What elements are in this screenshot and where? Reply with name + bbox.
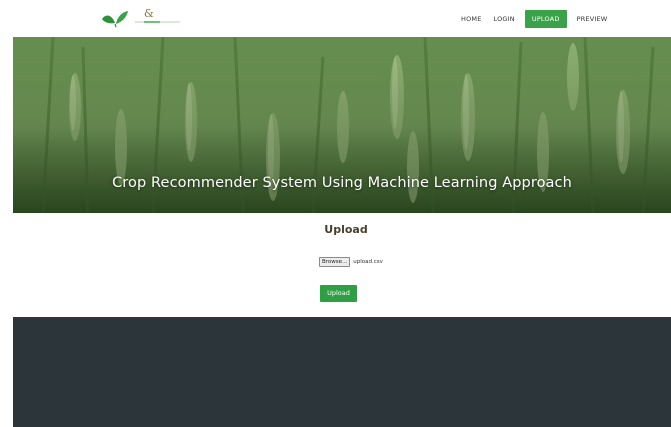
footer: [13, 317, 671, 427]
site-logo[interactable]: &: [100, 5, 185, 31]
navbar: & HOME LOGIN UPLOAD PREVIEW: [0, 0, 671, 37]
browse-button[interactable]: Browse...: [319, 257, 351, 267]
svg-text:&: &: [144, 7, 154, 20]
nav-login-link[interactable]: LOGIN: [488, 10, 521, 28]
nav-home-link[interactable]: HOME: [455, 10, 488, 28]
upload-button[interactable]: Upload: [320, 285, 357, 302]
main-nav: HOME LOGIN UPLOAD PREVIEW: [455, 10, 613, 28]
file-input[interactable]: Browse... upload.csv: [319, 256, 383, 268]
nav-upload-link[interactable]: UPLOAD: [524, 10, 567, 28]
upload-heading: Upload: [324, 223, 368, 236]
nav-preview-link[interactable]: PREVIEW: [571, 10, 614, 28]
leaf-sprout-icon: &: [102, 7, 180, 28]
hero-banner: Crop Recommender System Using Machine Le…: [13, 37, 671, 213]
hero-title: Crop Recommender System Using Machine Le…: [112, 175, 572, 191]
selected-file-name: upload.csv: [353, 259, 383, 265]
